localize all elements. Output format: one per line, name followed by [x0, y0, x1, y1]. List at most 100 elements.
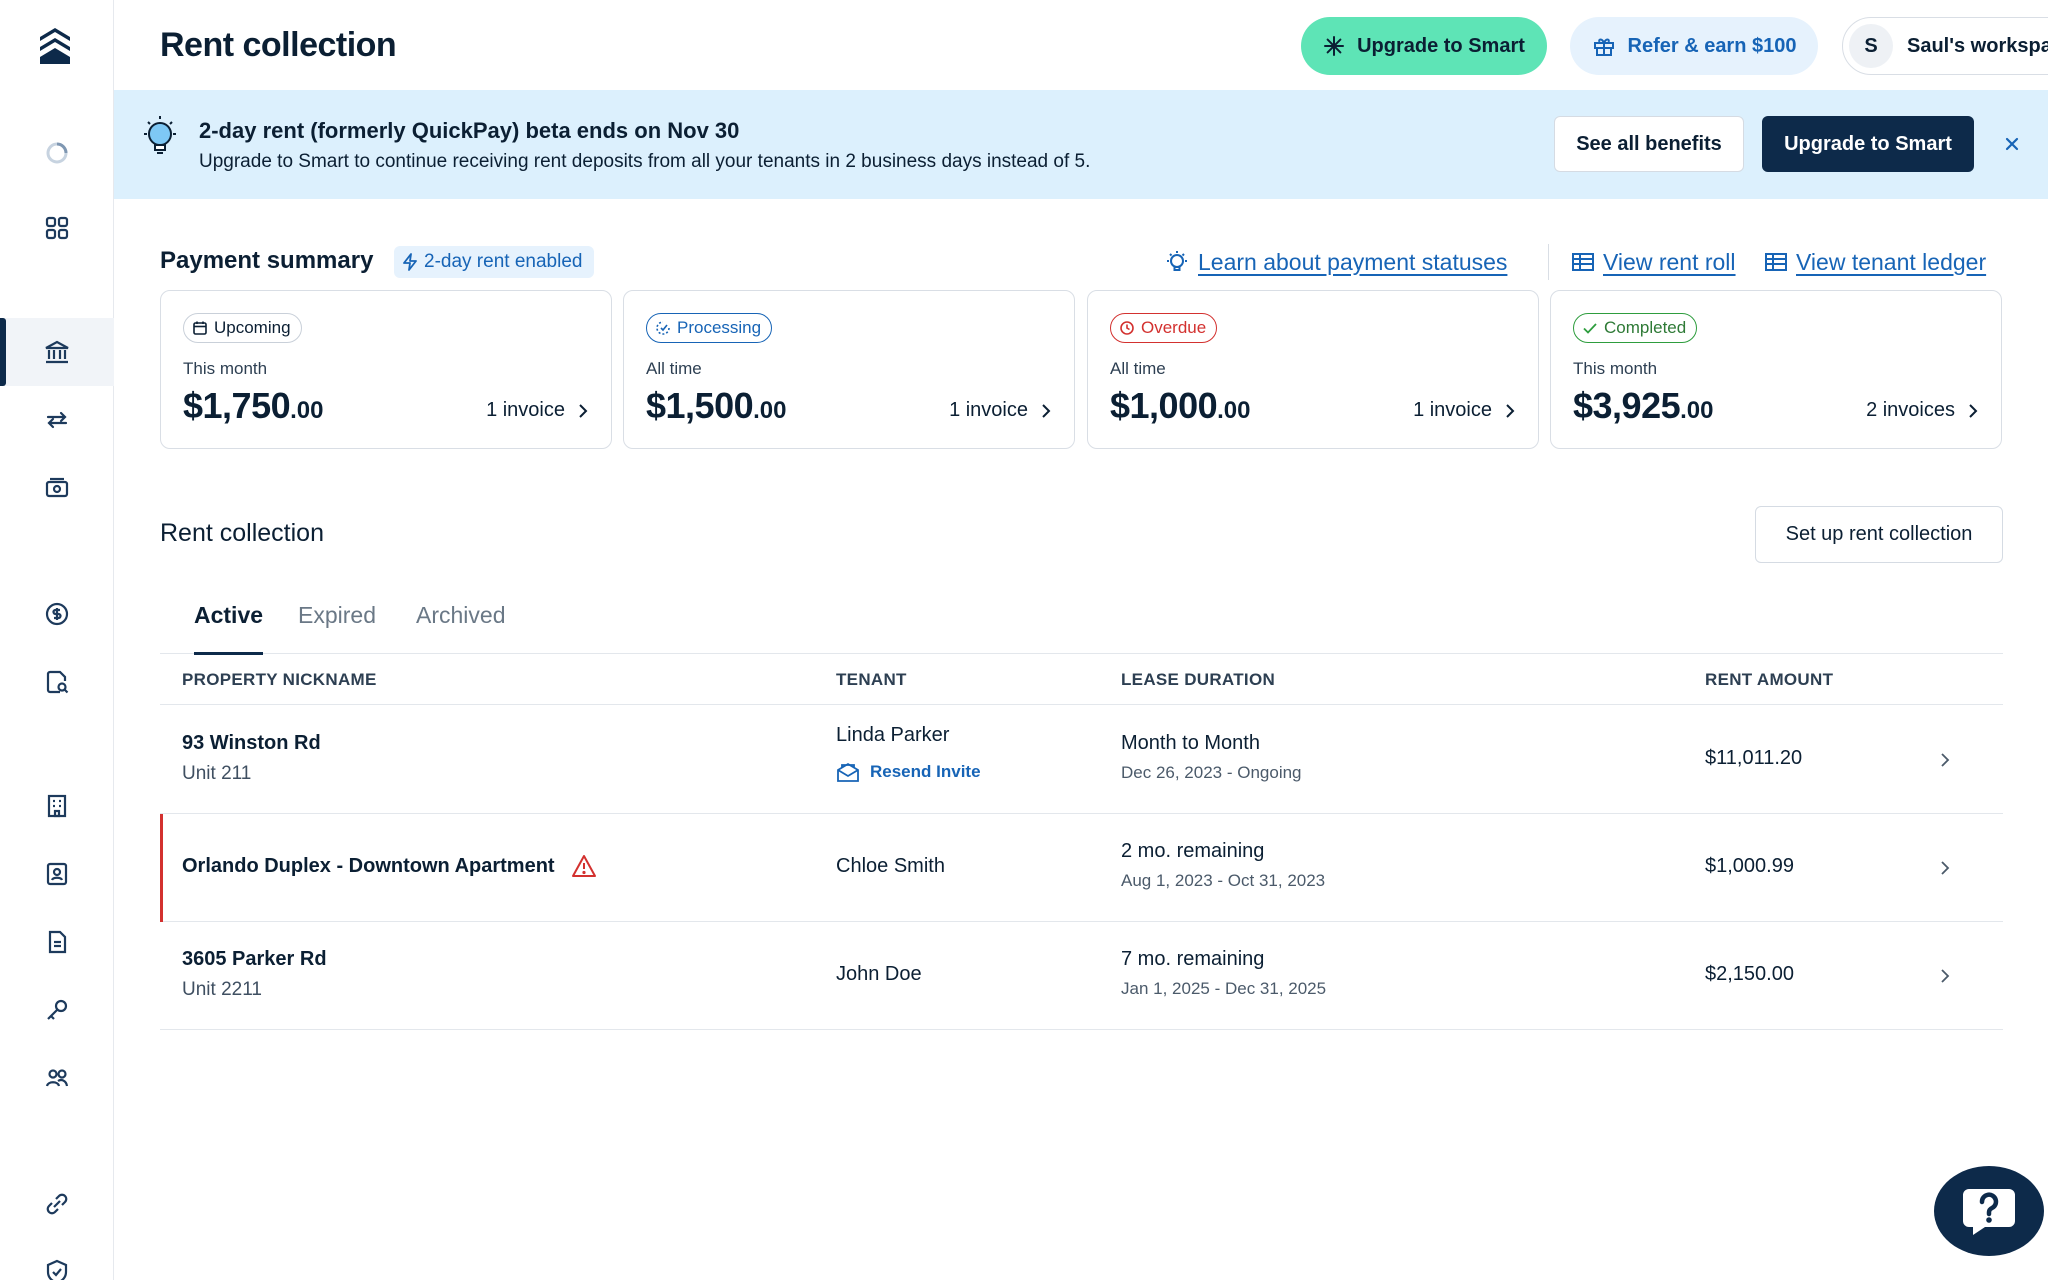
- app-logo-icon[interactable]: [38, 26, 72, 66]
- chevron-right-icon: [1042, 403, 1051, 418]
- card-invoices-link[interactable]: 1 invoice: [486, 399, 589, 422]
- lease-document-icon[interactable]: [0, 908, 114, 976]
- overdue-clock-icon: [1120, 321, 1134, 335]
- upcoming-card[interactable]: Upcoming This month $1,750.00 1 invoice: [160, 290, 612, 449]
- property-unit: Unit 211: [182, 763, 252, 784]
- card-invoices-link[interactable]: 1 invoice: [949, 399, 1052, 422]
- property-unit: Unit 2211: [182, 979, 262, 1000]
- banner-subtitle: Upgrade to Smart to continue receiving r…: [199, 151, 1091, 172]
- upgrade-smart-header-label: Upgrade to Smart: [1357, 34, 1525, 57]
- card-amount-dollars: $3,925: [1573, 385, 1681, 426]
- processing-card[interactable]: Processing All time $1,500.00 1 invoice: [623, 290, 1075, 449]
- upgrade-smart-header-button[interactable]: Upgrade to Smart: [1301, 17, 1547, 75]
- processing-clock-icon: [656, 321, 670, 335]
- shield-check-icon[interactable]: [0, 1238, 114, 1280]
- card-period: This month: [1573, 359, 1658, 378]
- set-up-rent-collection-button[interactable]: Set up rent collection: [1755, 506, 2003, 563]
- lease-duration: 7 mo. remaining: [1121, 948, 1265, 970]
- chevron-right-icon: [579, 403, 588, 418]
- dollar-circle-icon[interactable]: [0, 580, 114, 648]
- status-label: Overdue: [1141, 318, 1207, 337]
- card-period: All time: [646, 359, 702, 378]
- view-tenant-ledger-link[interactable]: View tenant ledger: [1796, 249, 1986, 276]
- key-icon[interactable]: [0, 976, 114, 1044]
- sparkle-icon: [1324, 36, 1345, 56]
- completed-card[interactable]: Completed This month $3,925.00 2 invoice…: [1550, 290, 2002, 449]
- card-period: All time: [1110, 359, 1166, 378]
- resend-invite-link[interactable]: Resend Invite: [836, 761, 981, 783]
- status-label: Upcoming: [214, 318, 291, 337]
- column-header-lease-duration[interactable]: LEASE DURATION: [1121, 670, 1275, 690]
- property-name-wrap: Orlando Duplex - Downtown Apartment: [182, 854, 597, 878]
- refer-earn-button[interactable]: Refer & earn $100: [1570, 17, 1818, 75]
- workspace-switcher[interactable]: S Saul's workspace: [1842, 17, 2048, 75]
- see-all-benefits-button[interactable]: See all benefits: [1554, 116, 1744, 172]
- people-icon[interactable]: [0, 1044, 114, 1112]
- table-row[interactable]: Orlando Duplex - Downtown Apartment Chlo…: [160, 814, 2003, 922]
- building-icon[interactable]: [0, 772, 114, 840]
- card-period: This month: [183, 359, 268, 378]
- table-header: PROPERTY NICKNAME TENANT LEASE DURATION …: [160, 654, 2003, 705]
- help-chat-button[interactable]: [1934, 1166, 2044, 1256]
- overdue-card[interactable]: Overdue All time $1,000.00 1 invoice: [1087, 290, 1539, 449]
- card-invoices-link[interactable]: 1 invoice: [1413, 399, 1516, 422]
- links-divider: [1548, 244, 1549, 280]
- top-header: Rent collection Upgrade to Smart Refer &…: [114, 0, 2048, 90]
- chevron-right-icon: [1941, 969, 1950, 983]
- column-header-tenant[interactable]: TENANT: [836, 670, 907, 690]
- banner-title: 2-day rent (formerly QuickPay) beta ends…: [199, 118, 740, 143]
- card-amount: $1,000.00: [1110, 385, 1250, 427]
- tenant-name: Linda Parker: [836, 724, 950, 746]
- tenant-card-icon[interactable]: [0, 840, 114, 908]
- rent-collection-title: Rent collection: [160, 519, 324, 547]
- two-day-rent-badge-label: 2-day rent enabled: [424, 251, 583, 272]
- card-invoices-label: 2 invoices: [1866, 399, 1955, 421]
- gift-icon: [1593, 38, 1614, 56]
- bank-icon[interactable]: [0, 318, 114, 386]
- status-badge-completed: Completed: [1573, 313, 1698, 343]
- card-amount: $1,750.00: [183, 385, 323, 427]
- status-label: Processing: [677, 318, 762, 337]
- view-rent-roll-link[interactable]: View rent roll: [1603, 249, 1736, 276]
- table-icon: [1765, 253, 1787, 271]
- dashboard-grid-icon[interactable]: [0, 194, 114, 262]
- table-row[interactable]: 93 Winston Rd Unit 211 Linda Parker Rese…: [160, 706, 2003, 814]
- learn-statuses-link-wrap: Learn about payment statuses: [1164, 246, 1507, 278]
- close-icon[interactable]: [1998, 130, 2026, 158]
- chevron-right-icon: [1506, 403, 1515, 418]
- tenant-name: Chloe Smith: [836, 855, 945, 877]
- transfer-arrows-icon[interactable]: [0, 386, 114, 454]
- tab-archived[interactable]: Archived: [416, 602, 505, 654]
- column-header-rent-amount[interactable]: RENT AMOUNT: [1705, 670, 1833, 690]
- tab-active[interactable]: Active: [194, 602, 264, 655]
- settings-link-icon[interactable]: [0, 1170, 114, 1238]
- card-invoices-label: 1 invoice: [949, 399, 1028, 421]
- status-badge-upcoming: Upcoming: [183, 313, 302, 343]
- property-name: Orlando Duplex - Downtown Apartment: [182, 854, 555, 877]
- check-icon: [1583, 323, 1597, 334]
- learn-payment-statuses-link[interactable]: Learn about payment statuses: [1198, 249, 1507, 276]
- table-icon: [1572, 253, 1594, 271]
- lease-dates: Jan 1, 2025 - Dec 31, 2025: [1121, 979, 1327, 998]
- document-search-icon[interactable]: [0, 648, 114, 716]
- card-amount-dollars: $1,500: [646, 385, 754, 426]
- tab-expired[interactable]: Expired: [298, 602, 376, 654]
- envelope-icon: [837, 762, 859, 782]
- card-amount-cents: .00: [1217, 397, 1251, 424]
- card-invoices-link[interactable]: 2 invoices: [1866, 399, 1979, 422]
- tenant-ledger-link-wrap: View tenant ledger: [1764, 246, 1986, 278]
- rent-amount: $2,150.00: [1705, 963, 1794, 985]
- card-invoices-label: 1 invoice: [1413, 399, 1492, 421]
- upgrade-banner: 2-day rent (formerly QuickPay) beta ends…: [114, 90, 2048, 199]
- cash-icon[interactable]: [0, 454, 114, 522]
- chevron-right-icon: [1941, 861, 1950, 875]
- chevron-right-icon: [1941, 753, 1950, 767]
- rent-amount: $1,000.99: [1705, 855, 1794, 877]
- table-row[interactable]: 3605 Parker Rd Unit 2211 John Doe 7 mo. …: [160, 922, 2003, 1030]
- lightbulb-icon: [144, 116, 176, 154]
- card-amount-dollars: $1,750: [183, 385, 291, 426]
- card-amount: $3,925.00: [1573, 385, 1713, 427]
- warning-icon: [571, 855, 596, 877]
- upgrade-smart-banner-button[interactable]: Upgrade to Smart: [1762, 116, 1974, 172]
- column-header-property[interactable]: PROPERTY NICKNAME: [182, 670, 377, 690]
